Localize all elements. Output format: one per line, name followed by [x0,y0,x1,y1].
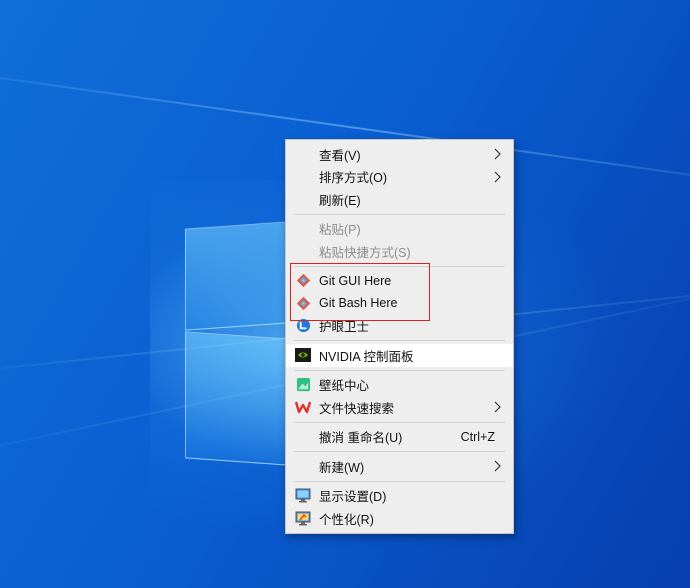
submenu-arrow-icon [494,148,502,163]
annotation-highlight-box [290,263,430,321]
menu-item-paste: 粘贴(P) [286,218,513,241]
wallpaper-window-pane [185,221,289,331]
menu-separator [294,421,505,423]
menu-item-label: 显示设置(D) [319,490,387,505]
menu-separator [294,480,505,482]
menu-item-undo-rename[interactable]: 撤消 重命名(U) Ctrl+Z [286,426,513,449]
menu-item-paste-shortcut: 粘贴快捷方式(S) [286,240,513,263]
menu-item-label: 撤消 重命名(U) [319,431,403,446]
menu-item-label: 刷新(E) [319,193,361,208]
menu-separator [294,451,505,452]
menu-item-label: 文件快速搜索 [319,401,395,416]
desktop-context-menu: 查看(V) 排序方式(O) 刷新(E) 粘贴(P) 粘贴快捷方式(S) Git … [285,139,514,534]
menu-item-refresh[interactable]: 刷新(E) [286,188,513,211]
menu-separator [294,340,505,341]
menu-item-display-settings[interactable]: 显示设置(D) [286,485,513,508]
menu-item-label: 排序方式(O) [319,171,388,186]
submenu-arrow-icon [494,401,502,416]
menu-separator [294,213,505,215]
wps-icon [295,399,311,415]
menu-item-label: 查看(V) [319,148,361,163]
personalize-icon [295,510,311,526]
menu-item-personalize[interactable]: 个性化(R) [286,507,513,530]
menu-item-new[interactable]: 新建(W) [286,455,513,478]
menu-item-wallpaper-center[interactable]: 壁纸中心 [286,374,513,397]
menu-item-label: NVIDIA 控制面板 [319,349,414,364]
menu-item-label: 粘贴快捷方式(S) [319,245,411,260]
menu-item-nvidia-control-panel[interactable]: NVIDIA 控制面板 [286,344,513,367]
submenu-arrow-icon [494,171,502,186]
wallpaper-window-pane [185,331,289,466]
menu-separator [294,369,505,371]
menu-item-label: 壁纸中心 [319,379,370,394]
menu-item-label: 个性化(R) [319,512,374,527]
shortcut-key: Ctrl+Z [460,429,495,444]
display-settings-icon [295,488,311,504]
menu-item-view[interactable]: 查看(V) [286,143,513,166]
wallpaper-center-icon [295,377,311,393]
menu-item-label: 新建(W) [319,460,365,475]
nvidia-icon [295,347,311,363]
menu-item-sort[interactable]: 排序方式(O) [286,166,513,189]
submenu-arrow-icon [494,460,502,475]
menu-item-file-quick-search[interactable]: 文件快速搜索 [286,396,513,419]
menu-item-label: 粘贴(P) [319,223,361,238]
